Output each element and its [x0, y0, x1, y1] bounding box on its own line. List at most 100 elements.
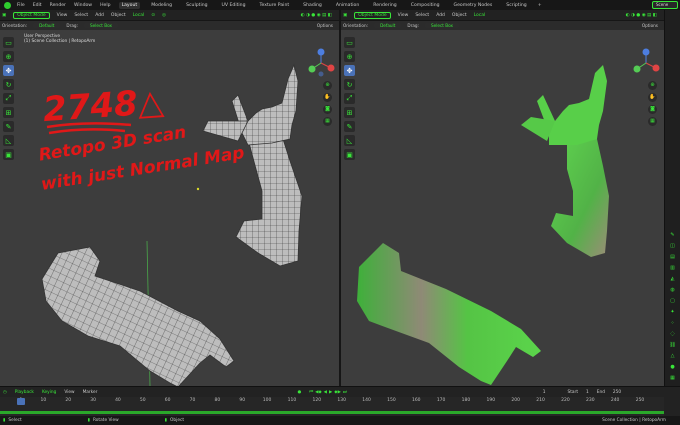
timeline-tick-label: 140: [362, 398, 371, 403]
mouse-right-icon: ▮: [164, 418, 168, 423]
status-rotate: Rotate View: [93, 418, 119, 423]
left-menu-object[interactable]: Object: [111, 13, 126, 18]
left-3d-viewport[interactable]: Orientation: Default Drag: Select Box Op…: [0, 21, 339, 386]
workspace-tab-uv-editing[interactable]: UV Editing: [219, 2, 249, 9]
menu-keying[interactable]: Keying: [42, 390, 56, 395]
timeline-tick-label: 220: [561, 398, 570, 403]
menu-edit[interactable]: Edit: [33, 3, 42, 8]
output-properties-icon[interactable]: ▤: [669, 254, 676, 261]
workspace-tab-geometry-nodes[interactable]: Geometry Nodes: [451, 2, 496, 9]
current-frame-field[interactable]: 1: [543, 390, 546, 395]
timeline-editor-icon[interactable]: ◷: [3, 390, 7, 395]
timeline-tick-label: 20: [65, 398, 72, 403]
mouse-left-icon: ▮: [3, 418, 6, 423]
timeline-editor: ◷ Playback Keying View Marker ● ⏮ ◀◆ ◀ ▶…: [0, 386, 680, 417]
timeline-ruler[interactable]: 1102030405060708090100110120130140150160…: [0, 397, 664, 417]
object-properties-icon[interactable]: ▢: [669, 298, 676, 305]
menu-timeline-view[interactable]: View: [64, 390, 74, 395]
material-properties-icon[interactable]: ●: [669, 364, 676, 371]
right-menu-add[interactable]: Add: [436, 13, 445, 18]
scan-shaded-mesh[interactable]: [341, 21, 664, 386]
workspace-tab-texture-paint[interactable]: Texture Paint: [257, 2, 293, 9]
tool-properties-icon[interactable]: ✎: [669, 232, 676, 239]
menu-marker[interactable]: Marker: [83, 390, 98, 395]
scene-properties-icon[interactable]: ◭: [669, 276, 676, 283]
left-viewport-area: ▣ Object Mode View Select Add Object Loc…: [0, 10, 339, 386]
physics-icon[interactable]: ◌: [669, 331, 676, 338]
add-workspace-button[interactable]: +: [538, 3, 542, 8]
left-viewport-header: ▣ Object Mode View Select Add Object Loc…: [0, 10, 339, 21]
left-menu-select[interactable]: Select: [74, 13, 88, 18]
left-snap-icon[interactable]: ⊙: [151, 13, 155, 18]
left-transform-orientation[interactable]: Local: [133, 13, 145, 18]
jump-end-icon[interactable]: ⏭: [343, 390, 347, 395]
frame-range-bar: [0, 411, 664, 414]
editor-type-icon[interactable]: ▣: [2, 13, 6, 18]
left-proportional-icon[interactable]: ◎: [162, 13, 166, 18]
right-mode-select[interactable]: Object Mode: [354, 11, 391, 19]
right-menu-select[interactable]: Select: [415, 13, 429, 18]
right-overlay-icons[interactable]: ◐ ◑ ● ◉ ▤ ◧: [626, 13, 657, 18]
view-layer-icon[interactable]: ▥: [669, 265, 676, 272]
right-menu-object[interactable]: Object: [452, 13, 467, 18]
timeline-tick-label: 80: [214, 398, 221, 403]
timeline-tick-label: 40: [115, 398, 121, 403]
timeline-tick-label: 50: [139, 398, 146, 403]
workspace-tab-layout[interactable]: Layout: [118, 1, 141, 9]
timeline-tick-label: 180: [461, 398, 471, 403]
right-3d-viewport[interactable]: Orientation: Default Drag: Select Box Op…: [341, 21, 664, 386]
left-mode-select[interactable]: Object Mode: [13, 11, 50, 19]
editor-type-icon-right[interactable]: ▣: [343, 13, 347, 18]
data-properties-icon[interactable]: △: [669, 353, 676, 360]
play-reverse-icon[interactable]: ◀: [324, 390, 327, 395]
left-menu-view[interactable]: View: [57, 13, 68, 18]
timeline-tick-label: 110: [287, 398, 297, 403]
blender-logo-icon[interactable]: [4, 1, 11, 9]
right-viewport-header: ▣ Object Mode View Select Add Object Loc…: [341, 10, 664, 21]
menu-playback[interactable]: Playback: [15, 390, 34, 395]
start-frame-field[interactable]: 1: [586, 390, 589, 395]
playhead[interactable]: [17, 398, 25, 405]
workspace-tab-modeling[interactable]: Modeling: [148, 2, 175, 9]
timeline-tick-label: 100: [262, 398, 272, 403]
menu-render[interactable]: Render: [50, 3, 66, 8]
workspace-tab-compositing[interactable]: Compositing: [408, 2, 443, 9]
particles-icon[interactable]: ⁘: [669, 320, 676, 327]
menu-help[interactable]: Help: [100, 3, 110, 8]
world-properties-icon[interactable]: ◍: [669, 287, 676, 294]
right-transform-orientation[interactable]: Local: [474, 13, 486, 18]
modifier-properties-icon[interactable]: ✦: [669, 309, 676, 316]
play-icon[interactable]: ▶: [329, 390, 332, 395]
menu-file[interactable]: File: [17, 3, 25, 8]
workspace-tab-scripting[interactable]: Scripting: [503, 2, 529, 9]
status-info: Scene Collection | RetopoArm: [602, 418, 666, 423]
left-overlay-icons[interactable]: ◐ ◑ ● ◉ ▤ ◧: [301, 13, 332, 18]
left-menu-add[interactable]: Add: [95, 13, 104, 18]
timeline-tick-label: 120: [312, 398, 322, 403]
right-menu-view[interactable]: View: [398, 13, 409, 18]
end-frame-field[interactable]: 250: [613, 390, 621, 395]
retopo-wireframe-mesh[interactable]: [0, 21, 339, 386]
render-properties-icon[interactable]: ◫: [669, 243, 676, 250]
workspace-tab-animation[interactable]: Animation: [333, 2, 362, 9]
timeline-tick-label: 150: [387, 398, 396, 403]
next-key-icon[interactable]: ◆▶: [334, 390, 341, 395]
texture-properties-icon[interactable]: ▦: [669, 375, 676, 382]
status-select: Select: [8, 418, 22, 423]
workspace-tab-rendering[interactable]: Rendering: [370, 2, 399, 9]
workspace-tab-sculpting[interactable]: Sculpting: [183, 2, 210, 9]
jump-start-icon[interactable]: ⏮: [309, 390, 313, 395]
record-icon[interactable]: ●: [297, 390, 301, 395]
scene-selector[interactable]: Scene: [652, 1, 678, 9]
prev-key-icon[interactable]: ◀◆: [315, 390, 322, 395]
timeline-tick-label: 60: [164, 398, 171, 403]
top-menu-bar: File Edit Render Window Help Layout Mode…: [0, 0, 680, 10]
workspace-tab-shading[interactable]: Shading: [300, 2, 325, 9]
menu-window[interactable]: Window: [74, 3, 92, 8]
timeline-tick-label: 30: [90, 398, 96, 403]
timeline-tick-label: 250: [635, 398, 645, 403]
timeline-tick-label: 70: [189, 398, 196, 403]
timeline-tick-label: 190: [486, 398, 496, 403]
status-object: Object: [170, 418, 185, 423]
constraints-icon[interactable]: ⛓: [669, 342, 676, 349]
